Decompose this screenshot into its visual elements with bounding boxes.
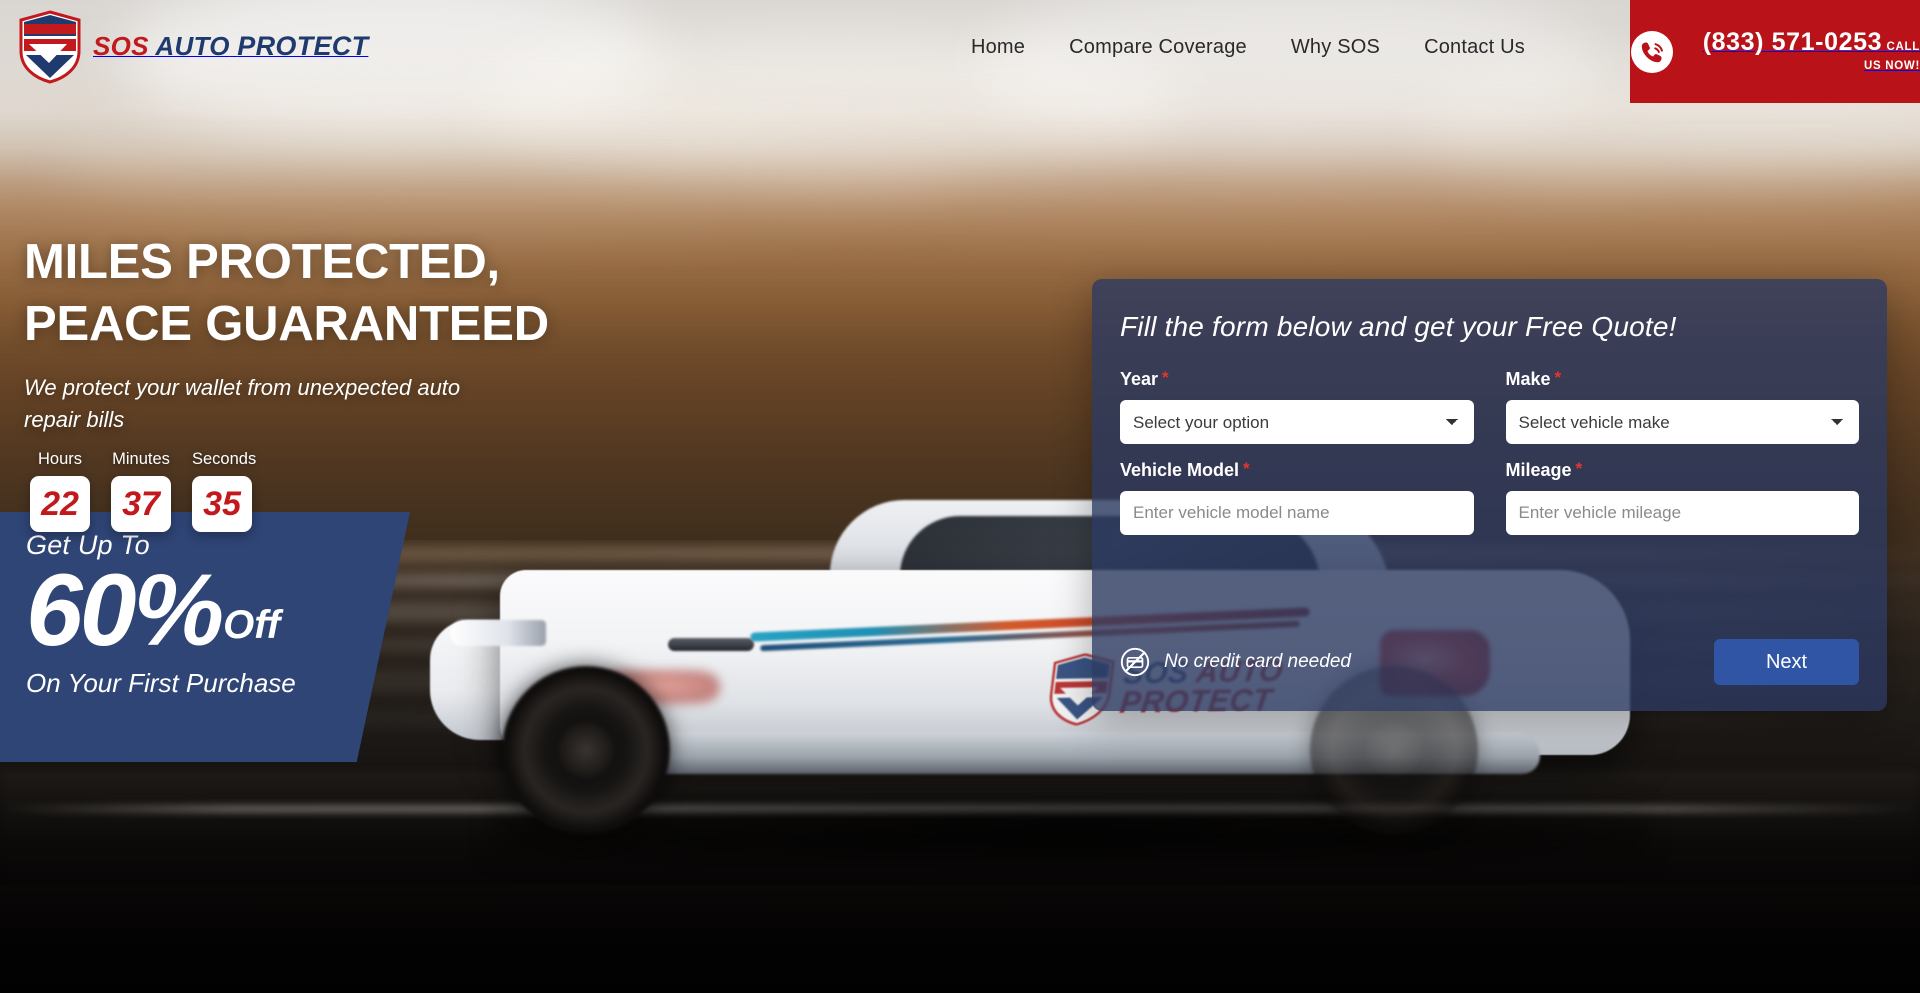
- promo-bottom-text: On Your First Purchase: [26, 668, 296, 699]
- countdown-hours: Hours 22: [30, 450, 90, 532]
- countdown-seconds: Seconds 35: [192, 450, 256, 532]
- quote-form-title: Fill the form below and get your Free Qu…: [1120, 311, 1677, 342]
- nav-home[interactable]: Home: [971, 36, 1025, 59]
- no-credit-card-text: No credit card needed: [1164, 651, 1351, 672]
- countdown-timer: Hours 22 Minutes 37 Seconds 35: [30, 450, 256, 532]
- promo-off-label: Off: [223, 603, 281, 648]
- countdown-hours-value: 22: [41, 485, 79, 523]
- vehicle-model-input[interactable]: [1120, 491, 1474, 535]
- countdown-hours-label: Hours: [37, 450, 82, 468]
- countdown-minutes-label: Minutes: [112, 450, 170, 468]
- mileage-label: Mileage *: [1505, 459, 1583, 480]
- main-navigation: Home Compare Coverage Why SOS Contact Us: [971, 36, 1525, 59]
- countdown-minutes: Minutes 37: [111, 450, 171, 532]
- site-header: SOS AUTO PROTECT Home Compare Coverage W…: [0, 0, 1920, 103]
- shield-logo-icon: [19, 10, 81, 84]
- call-us-now-button[interactable]: (833) 571-0253 CALL US NOW!: [1630, 0, 1920, 103]
- no-credit-card-icon: [1120, 647, 1150, 677]
- hero-subheading: We protect your wallet from unexpected a…: [24, 375, 461, 432]
- site-logo[interactable]: SOS AUTO PROTECT: [18, 10, 368, 84]
- nav-contact-us[interactable]: Contact Us: [1424, 36, 1525, 59]
- logo-auto-text: AUTO: [155, 31, 230, 62]
- countdown-hours-box: 22: [30, 476, 90, 532]
- year-label: Year *: [1120, 368, 1169, 389]
- countdown-seconds-value: 35: [203, 485, 241, 523]
- bottom-dark-strip: [0, 885, 1920, 993]
- make-label: Make *: [1505, 368, 1562, 389]
- mileage-field-group: Mileage *: [1505, 459, 1859, 535]
- phone-number: (833) 571-0253: [1702, 28, 1883, 57]
- vehicle-model-field-group: Vehicle Model *: [1120, 460, 1474, 535]
- promo-percent-row: 60% Off: [26, 553, 410, 667]
- countdown-minutes-value: 37: [122, 485, 160, 523]
- year-select[interactable]: Select your option: [1120, 400, 1474, 444]
- hero-page: SOS AUTO PROTECT SOS AUTO PROTEC: [0, 0, 1920, 993]
- vehicle-model-label: Vehicle Model *: [1120, 459, 1250, 480]
- hero-copy-block: MILES PROTECTED, PEACE GUARANTEED We pro…: [24, 232, 549, 435]
- year-field-group: Year * Select your option: [1120, 369, 1474, 444]
- discount-promo-banner: Get Up To 60% Off On Your First Purchase: [0, 512, 410, 762]
- car-front-wheel: [502, 666, 670, 834]
- mileage-input[interactable]: [1505, 491, 1859, 535]
- quote-form-footer: No credit card needed Next: [1120, 639, 1859, 685]
- make-select[interactable]: Select vehicle make: [1505, 400, 1859, 444]
- required-marker: *: [1243, 459, 1250, 478]
- countdown-seconds-label: Seconds: [192, 450, 257, 468]
- no-credit-card-notice: No credit card needed: [1120, 647, 1351, 677]
- next-button[interactable]: Next: [1714, 639, 1859, 685]
- required-marker: *: [1554, 368, 1562, 387]
- phone-icon: [1631, 30, 1673, 73]
- hero-heading-line2: PEACE GUARANTEED: [24, 296, 549, 351]
- logo-wordmark: SOS AUTO PROTECT: [93, 31, 369, 62]
- countdown-seconds-box: 35: [192, 476, 252, 532]
- required-marker: *: [1575, 459, 1583, 478]
- logo-sos-text: SOS: [93, 31, 149, 62]
- quote-form-panel: Fill the form below and get your Free Qu…: [1092, 279, 1887, 711]
- promo-percent-value: 60%: [26, 553, 224, 667]
- nav-compare-coverage[interactable]: Compare Coverage: [1069, 36, 1247, 59]
- page-title: MILES PROTECTED, PEACE GUARANTEED: [24, 232, 549, 355]
- make-field-group: Make * Select vehicle make: [1505, 368, 1859, 444]
- phone-text-block: (833) 571-0253 CALL US NOW!: [1688, 29, 1920, 73]
- nav-why-sos[interactable]: Why SOS: [1291, 36, 1380, 59]
- required-marker: *: [1162, 368, 1169, 387]
- logo-protect-text: PROTECT: [237, 31, 369, 62]
- hero-heading-line1: MILES PROTECTED,: [24, 235, 500, 289]
- countdown-minutes-box: 37: [111, 476, 171, 532]
- quote-form-grid: Year * Select your option Make * Select …: [1120, 369, 1859, 535]
